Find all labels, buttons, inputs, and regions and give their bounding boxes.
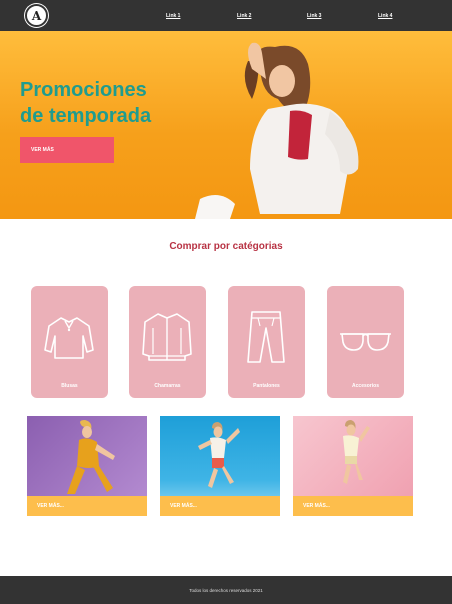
category-card-accesorios[interactable]: Accesorios — [327, 286, 404, 398]
category-label: Pantalones — [253, 383, 280, 389]
blouse-icon — [44, 317, 94, 359]
footer-copyright: Todos los derechos reservados 2021 — [189, 587, 263, 593]
hero-button-label: VER MÁS — [31, 147, 54, 153]
nav-link-2[interactable]: Link 2 — [237, 13, 251, 19]
hero-banner: Promociones de temporada VER MÁS — [0, 31, 452, 219]
sunglasses-icon — [340, 333, 391, 351]
nav-link-3[interactable]: Link 3 — [307, 13, 321, 19]
nav-link-4[interactable]: Link 4 — [378, 13, 392, 19]
promo-see-more-label: VER MÁS... — [37, 503, 64, 509]
hero-model-image — [195, 42, 359, 219]
category-card-chamarras[interactable]: Chamarras — [129, 286, 206, 398]
categories-title: Comprar por catégorias — [169, 241, 283, 252]
footer: Todos los derechos reservados 2021 — [0, 576, 452, 604]
category-label: Chamarras — [154, 383, 181, 389]
promo-see-more-label: VER MÁS... — [303, 503, 330, 509]
promo-see-more-bar[interactable]: VER MÁS... — [293, 496, 413, 516]
category-card-blusas[interactable]: Blusas — [31, 286, 108, 398]
logo-letter: A — [31, 8, 42, 23]
top-navbar: A Link 1 Link 2 Link 3 Link 4 — [0, 0, 452, 31]
promo-image — [293, 416, 413, 496]
promo-card-1[interactable]: VER MÁS... — [27, 416, 147, 516]
promo-see-more-label: VER MÁS... — [170, 503, 197, 509]
category-card-pantalones[interactable]: Pantalones — [228, 286, 305, 398]
promo-see-more-bar[interactable]: VER MÁS... — [160, 496, 280, 516]
promo-card-3[interactable]: VER MÁS... — [293, 416, 413, 516]
category-label: Blusas — [61, 383, 78, 389]
hero-see-more-button[interactable]: VER MÁS — [20, 137, 114, 163]
category-label: Accesorios — [352, 383, 379, 389]
nav-link-1[interactable]: Link 1 — [166, 13, 180, 19]
pants-icon — [247, 311, 285, 363]
promo-image — [27, 416, 147, 496]
promo-card-2[interactable]: VER MÁS... — [160, 416, 280, 516]
jacket-icon — [142, 313, 192, 361]
promo-see-more-bar[interactable]: VER MÁS... — [27, 496, 147, 516]
promo-image — [160, 416, 280, 496]
brand-logo[interactable]: A — [25, 4, 48, 27]
